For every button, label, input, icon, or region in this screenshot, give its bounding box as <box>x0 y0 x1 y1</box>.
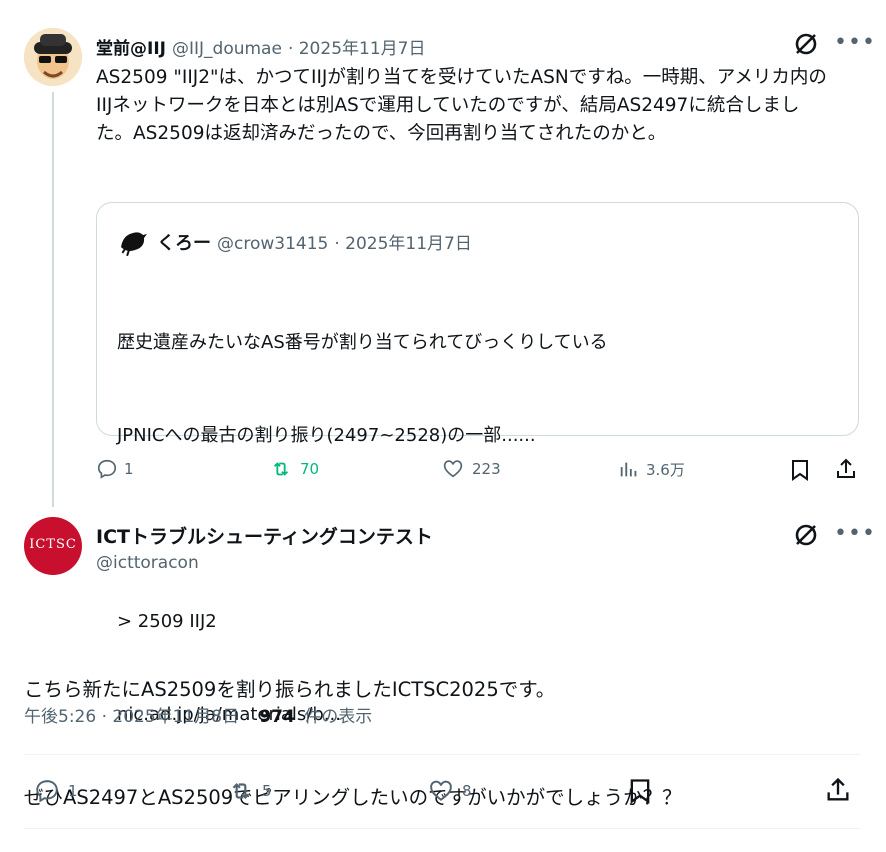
icttoracon-avatar[interactable]: ICTSC <box>24 517 82 575</box>
main-share-icon[interactable] <box>824 776 852 808</box>
reply-text: AS2509 "IIJ2"は、かつてIIJが割り当てを受けていたASNですね。一… <box>96 67 827 144</box>
quoted-header: くろー @crow31415 · 2025年11月7日 <box>157 229 472 255</box>
avatar-label: ICTSC <box>29 537 77 552</box>
post-timestamp[interactable]: 午後5:26 · 2025年11月8日 · <box>24 707 250 727</box>
comment-icon <box>97 459 117 479</box>
divider <box>24 828 860 829</box>
main-author-name[interactable]: ICTトラブルシューティングコンテスト <box>96 522 433 549</box>
quoted-line-2: JPNICへの最古の割り振り(2497~2528)の一部...... <box>117 425 536 446</box>
main-reply-count: 1 <box>68 782 78 800</box>
reply-handle[interactable]: @IIJ_doumae <box>172 39 282 59</box>
views-button[interactable]: 3.6万 <box>618 458 685 480</box>
repost-count: 70 <box>300 460 320 478</box>
avatar[interactable] <box>24 28 82 86</box>
repost-button[interactable]: 70 <box>270 458 319 480</box>
like-count: 223 <box>472 460 501 478</box>
thread-line <box>52 92 54 507</box>
main-bookmark-icon[interactable] <box>627 777 653 809</box>
main-like-count: 8 <box>462 782 472 800</box>
more-options-icon[interactable]: ••• <box>834 523 876 545</box>
divider <box>24 754 860 755</box>
avatar-illustration <box>24 28 82 86</box>
reply-button[interactable]: 1 <box>96 458 134 480</box>
quoted-avatar <box>117 225 149 257</box>
share-icon[interactable] <box>834 457 858 485</box>
post-view-label: 件の表示 <box>304 707 373 727</box>
repost-icon <box>273 462 289 476</box>
quoted-date: · 2025年11月7日 <box>334 234 472 254</box>
crow-icon <box>120 232 147 257</box>
reply-header: 堂前@IIJ @IIJ_doumae · 2025年11月7日 <box>96 34 425 59</box>
heart-icon <box>443 460 463 478</box>
more-options-icon[interactable]: ••• <box>834 32 876 54</box>
grok-icon[interactable] <box>793 31 819 61</box>
main-handle[interactable]: @icttoracon <box>96 553 199 573</box>
quoted-line-1: 歴史遺産みたいなAS番号が割り当てられてびっくりしている <box>117 332 608 353</box>
comment-icon <box>36 780 58 803</box>
post-view-count: 974 <box>259 707 295 727</box>
reply-count: 1 <box>124 460 134 478</box>
repost-icon <box>232 782 250 800</box>
main-repost-button[interactable]: 5 <box>228 778 272 804</box>
views-count: 3.6万 <box>646 460 685 479</box>
main-repost-count: 5 <box>262 782 272 800</box>
post-metadata: 午後5:26 · 2025年11月8日 · 974 件の表示 <box>24 702 372 727</box>
heart-icon <box>430 780 452 801</box>
reply-date[interactable]: · 2025年11月7日 <box>288 34 426 59</box>
bookmark-icon[interactable] <box>789 458 811 486</box>
analytics-icon <box>620 462 637 477</box>
reply-author-name[interactable]: 堂前@IIJ <box>96 34 166 59</box>
quoted-handle: @crow31415 <box>217 234 329 254</box>
quoted-tweet[interactable]: くろー @crow31415 · 2025年11月7日 歴史遺産みたいなAS番号… <box>96 202 859 725</box>
like-button[interactable]: 223 <box>442 458 501 480</box>
main-like-button[interactable]: 8 <box>428 778 472 804</box>
quoted-author-name: くろー <box>157 233 211 254</box>
main-reply-button[interactable]: 1 <box>34 778 78 804</box>
grok-icon[interactable] <box>793 522 819 552</box>
